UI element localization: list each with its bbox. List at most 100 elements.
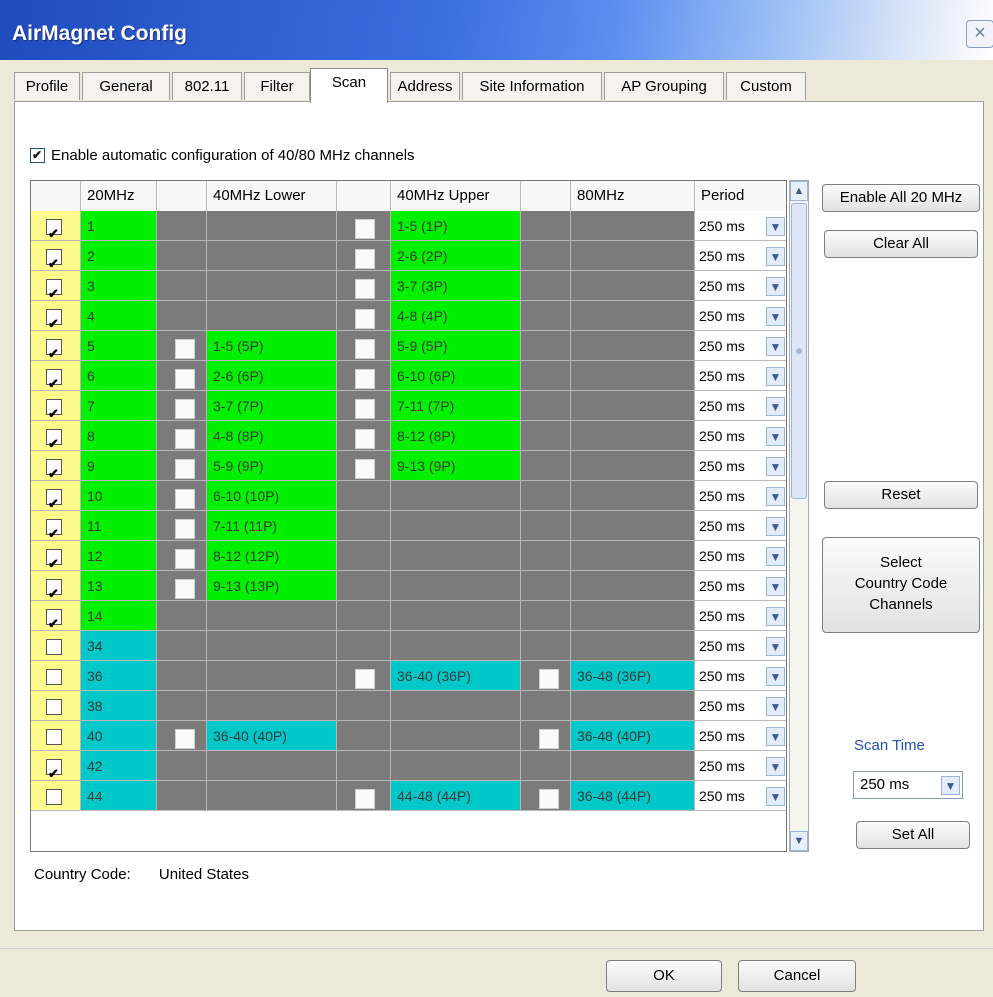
channel-enable-checkbox[interactable]: [46, 219, 62, 249]
chevron-down-icon[interactable]: ▼: [766, 697, 785, 716]
bond-checkbox[interactable]: [355, 279, 375, 299]
channel-enable-checkbox[interactable]: [46, 579, 62, 609]
period-select[interactable]: 250 ms ▼: [695, 571, 786, 601]
tab-general[interactable]: General: [82, 72, 170, 100]
bond-checkbox[interactable]: [175, 369, 195, 389]
cancel-button[interactable]: Cancel: [738, 960, 856, 992]
bond-checkbox[interactable]: [355, 309, 375, 329]
chevron-down-icon[interactable]: ▼: [766, 667, 785, 686]
channel-enable-checkbox[interactable]: [46, 279, 62, 309]
chevron-down-icon[interactable]: ▼: [766, 787, 785, 806]
chevron-down-icon[interactable]: ▼: [766, 217, 785, 236]
auto-config-option[interactable]: Enable automatic configuration of 40/80 …: [30, 147, 415, 164]
chevron-down-icon[interactable]: ▼: [766, 337, 785, 356]
bond-checkbox[interactable]: [539, 729, 559, 749]
period-select[interactable]: 250 ms ▼: [695, 511, 786, 541]
reset-button[interactable]: Reset: [824, 481, 978, 509]
bond-checkbox[interactable]: [175, 429, 195, 449]
period-select[interactable]: 250 ms ▼: [695, 391, 786, 421]
scroll-down-icon[interactable]: ▼: [790, 831, 808, 851]
chevron-down-icon[interactable]: ▼: [766, 727, 785, 746]
chevron-down-icon[interactable]: ▼: [766, 367, 785, 386]
period-select[interactable]: 250 ms ▼: [695, 451, 786, 481]
ok-button[interactable]: OK: [606, 960, 722, 992]
bond-checkbox[interactable]: [355, 789, 375, 809]
channel-enable-checkbox[interactable]: [46, 639, 62, 655]
chevron-down-icon[interactable]: ▼: [766, 637, 785, 656]
bond-checkbox[interactable]: [355, 249, 375, 269]
bond-checkbox[interactable]: [175, 549, 195, 569]
tab-scan[interactable]: Scan: [310, 68, 388, 103]
period-select[interactable]: 250 ms ▼: [695, 631, 786, 661]
chevron-down-icon[interactable]: ▼: [766, 427, 785, 446]
scan-time-select[interactable]: 250 ms ▼: [853, 771, 963, 799]
chevron-down-icon[interactable]: ▼: [941, 776, 960, 795]
bond-checkbox[interactable]: [175, 489, 195, 509]
bond-checkbox[interactable]: [175, 729, 195, 749]
period-select[interactable]: 250 ms ▼: [695, 481, 786, 511]
period-select[interactable]: 250 ms ▼: [695, 781, 786, 811]
select-country-code-channels-button[interactable]: Select Country Code Channels: [822, 537, 980, 633]
bond-checkbox[interactable]: [539, 789, 559, 809]
channel-enable-checkbox[interactable]: [46, 399, 62, 429]
channel-enable-checkbox[interactable]: [46, 429, 62, 459]
chevron-down-icon[interactable]: ▼: [766, 247, 785, 266]
period-select[interactable]: 250 ms ▼: [695, 211, 786, 241]
chevron-down-icon[interactable]: ▼: [766, 517, 785, 536]
bond-checkbox[interactable]: [355, 429, 375, 449]
bond-checkbox[interactable]: [175, 339, 195, 359]
channel-enable-checkbox[interactable]: [46, 519, 62, 549]
channel-enable-checkbox[interactable]: [46, 729, 62, 745]
chevron-down-icon[interactable]: ▼: [766, 577, 785, 596]
period-select[interactable]: 250 ms ▼: [695, 691, 786, 721]
channel-enable-checkbox[interactable]: [46, 669, 62, 685]
tab-custom[interactable]: Custom: [726, 72, 806, 100]
bond-checkbox[interactable]: [355, 339, 375, 359]
period-select[interactable]: 250 ms ▼: [695, 421, 786, 451]
tab-profile[interactable]: Profile: [14, 72, 80, 100]
close-icon[interactable]: ×: [966, 20, 993, 48]
chevron-down-icon[interactable]: ▼: [766, 487, 785, 506]
scroll-thumb[interactable]: [791, 203, 807, 499]
period-select[interactable]: 250 ms ▼: [695, 331, 786, 361]
period-select[interactable]: 250 ms ▼: [695, 601, 786, 631]
period-select[interactable]: 250 ms ▼: [695, 271, 786, 301]
channel-enable-checkbox[interactable]: [46, 549, 62, 579]
chevron-down-icon[interactable]: ▼: [766, 277, 785, 296]
tab-ap-grouping[interactable]: AP Grouping: [604, 72, 724, 100]
bond-checkbox[interactable]: [175, 459, 195, 479]
set-all-button[interactable]: Set All: [856, 821, 970, 849]
channel-enable-checkbox[interactable]: [46, 369, 62, 399]
chevron-down-icon[interactable]: ▼: [766, 457, 785, 476]
bond-checkbox[interactable]: [355, 219, 375, 239]
channel-enable-checkbox[interactable]: [46, 489, 62, 519]
bond-checkbox[interactable]: [355, 399, 375, 419]
chevron-down-icon[interactable]: ▼: [766, 307, 785, 326]
scroll-up-icon[interactable]: ▲: [790, 181, 808, 201]
period-select[interactable]: 250 ms ▼: [695, 241, 786, 271]
tab-site-information[interactable]: Site Information: [462, 72, 602, 100]
enable-all-20mhz-button[interactable]: Enable All 20 MHz: [822, 184, 980, 212]
channel-enable-checkbox[interactable]: [46, 699, 62, 715]
tab-filter[interactable]: Filter: [244, 72, 310, 100]
period-select[interactable]: 250 ms ▼: [695, 361, 786, 391]
channel-enable-checkbox[interactable]: [46, 309, 62, 339]
period-select[interactable]: 250 ms ▼: [695, 541, 786, 571]
period-select[interactable]: 250 ms ▼: [695, 661, 786, 691]
bond-checkbox[interactable]: [355, 369, 375, 389]
period-select[interactable]: 250 ms ▼: [695, 301, 786, 331]
period-select[interactable]: 250 ms ▼: [695, 751, 786, 781]
channel-enable-checkbox[interactable]: [46, 459, 62, 489]
channel-enable-checkbox[interactable]: [46, 339, 62, 369]
bond-checkbox[interactable]: [355, 459, 375, 479]
auto-config-checkbox[interactable]: [30, 148, 45, 163]
chevron-down-icon[interactable]: ▼: [766, 607, 785, 626]
tab-80211[interactable]: 802.11: [172, 72, 242, 100]
grid-scrollbar[interactable]: ▲ ▼: [789, 180, 809, 852]
chevron-down-icon[interactable]: ▼: [766, 757, 785, 776]
chevron-down-icon[interactable]: ▼: [766, 547, 785, 566]
tab-address[interactable]: Address: [390, 72, 460, 100]
channel-enable-checkbox[interactable]: [46, 249, 62, 279]
clear-all-button[interactable]: Clear All: [824, 230, 978, 258]
chevron-down-icon[interactable]: ▼: [766, 397, 785, 416]
